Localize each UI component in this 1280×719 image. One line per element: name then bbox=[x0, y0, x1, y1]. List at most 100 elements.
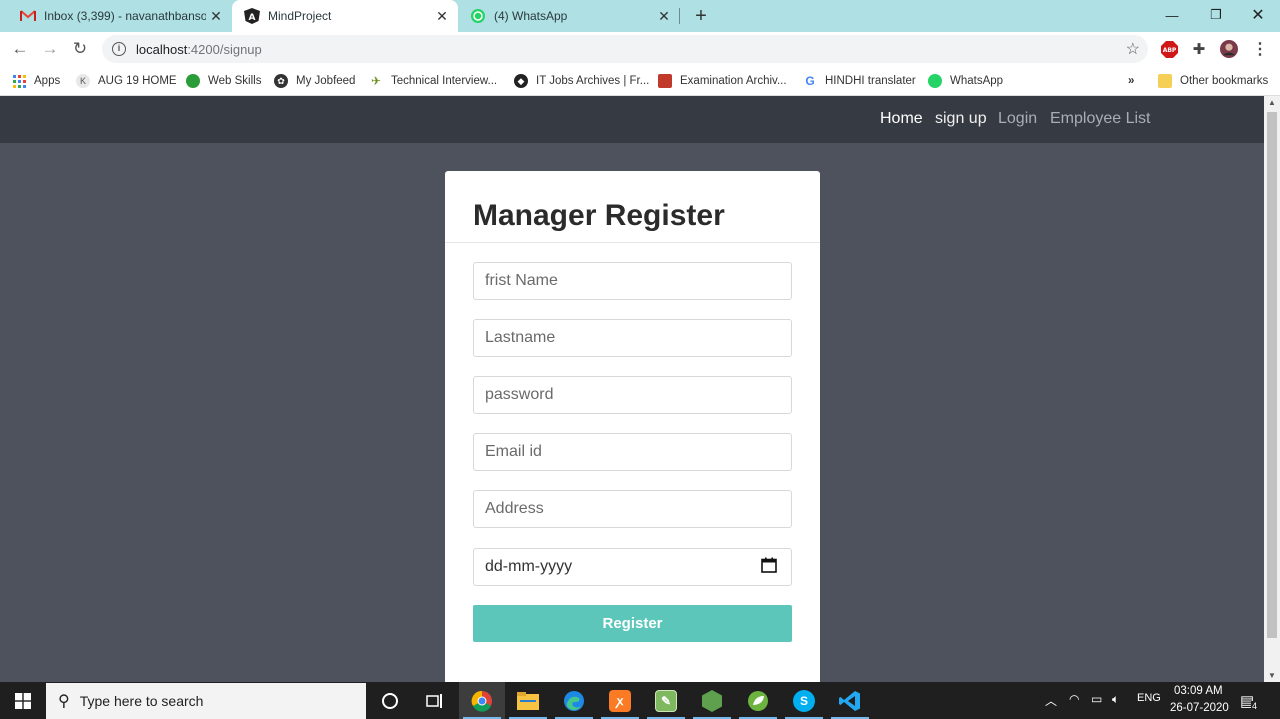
bookmark-label: HINDHI translater bbox=[825, 75, 916, 87]
extensions-puzzle-icon[interactable]: ✚ bbox=[1190, 40, 1208, 58]
email-input[interactable] bbox=[473, 433, 792, 471]
bookmark-star-icon[interactable]: ☆ bbox=[1126, 39, 1140, 59]
bookmark-aug19home[interactable]: K AUG 19 HOME bbox=[76, 71, 177, 91]
bookmark-other[interactable]: Other bookmarks bbox=[1158, 71, 1268, 91]
minimize-icon[interactable]: — bbox=[1150, 0, 1194, 30]
bookmark-label: Technical Interview... bbox=[391, 75, 498, 87]
clock-date[interactable]: 26-07-2020 bbox=[1170, 702, 1229, 714]
tab-mindproject[interactable]: A MindProject ✕ bbox=[232, 0, 458, 32]
nav-login[interactable]: Login bbox=[998, 110, 1037, 128]
scroll-thumb[interactable] bbox=[1267, 112, 1277, 638]
tab-title: MindProject bbox=[268, 9, 332, 23]
svg-text:A: A bbox=[249, 13, 256, 23]
bookmark-webskills[interactable]: Web Skills bbox=[186, 71, 261, 91]
tab-close-icon[interactable]: ✕ bbox=[206, 6, 226, 26]
url-host: localhost bbox=[136, 41, 188, 57]
bookmarks-bar: Apps K AUG 19 HOME Web Skills ✿ My Jobfe… bbox=[0, 66, 1280, 96]
gmail-icon bbox=[20, 8, 36, 24]
tab-title: (4) WhatsApp bbox=[494, 9, 568, 23]
bookmark-label: Other bookmarks bbox=[1180, 75, 1269, 87]
form-title: Manager Register bbox=[473, 199, 725, 232]
bookmark-apps[interactable]: Apps bbox=[12, 71, 60, 91]
itjobs-icon: ◆ bbox=[514, 74, 528, 88]
notepad-icon[interactable]: ✎ bbox=[643, 682, 689, 719]
bookmark-technical[interactable]: ✈ Technical Interview... bbox=[369, 71, 497, 91]
bookmark-label: Apps bbox=[34, 75, 61, 87]
search-placeholder: Type here to search bbox=[79, 693, 204, 709]
angular-icon: A bbox=[244, 8, 260, 24]
tab-gmail[interactable]: Inbox (3,399) - navanathbansode ✕ bbox=[8, 0, 232, 32]
bookmark-itjobs[interactable]: ◆ IT Jobs Archives | Fr... bbox=[514, 71, 649, 91]
date-placeholder: dd-mm-yyyy bbox=[485, 558, 573, 575]
address-bar[interactable]: i localhost :4200/signup ☆ bbox=[102, 35, 1148, 63]
exam-icon bbox=[658, 74, 672, 88]
last-name-input[interactable] bbox=[473, 319, 792, 357]
nav-home[interactable]: Home bbox=[880, 110, 923, 128]
new-tab-button[interactable]: + bbox=[690, 5, 712, 27]
page-viewport: Home sign up Login Employee List Manager… bbox=[0, 96, 1264, 682]
file-explorer-icon[interactable] bbox=[505, 682, 551, 719]
skype-icon[interactable]: S bbox=[781, 682, 827, 719]
back-arrow-icon[interactable]: ← bbox=[8, 37, 32, 61]
password-input[interactable] bbox=[473, 376, 792, 414]
language-indicator[interactable]: ENG bbox=[1137, 692, 1161, 704]
tab-whatsapp[interactable]: (4) WhatsApp ✕ bbox=[458, 0, 680, 32]
bookmark-hindhi[interactable]: G HINDHI translater bbox=[803, 71, 916, 91]
battery-icon[interactable]: ▭ bbox=[1091, 692, 1102, 706]
edge-icon[interactable] bbox=[551, 682, 597, 719]
adblock-icon[interactable]: ABP bbox=[1160, 40, 1178, 58]
bookmark-label: My Jobfeed bbox=[296, 75, 356, 87]
tab-separator bbox=[679, 8, 680, 24]
tab-title: Inbox (3,399) - navanathbansode bbox=[44, 9, 206, 23]
svg-text:ABP: ABP bbox=[1162, 47, 1176, 54]
nav-signup[interactable]: sign up bbox=[935, 110, 987, 128]
bookmark-label: AUG 19 HOME bbox=[98, 75, 177, 87]
nodejs-icon[interactable] bbox=[689, 682, 735, 719]
folder-icon bbox=[1158, 74, 1172, 88]
wifi-icon[interactable]: ◠ bbox=[1069, 692, 1079, 706]
windows-start-icon[interactable] bbox=[0, 682, 46, 719]
page-scrollbar[interactable]: ▲ ▼ bbox=[1264, 96, 1280, 682]
register-button[interactable]: Register bbox=[473, 605, 792, 642]
xampp-icon[interactable]: ꭗ bbox=[597, 682, 643, 719]
bookmark-examination[interactable]: Examination Archiv... bbox=[658, 71, 787, 91]
jobfeed-icon: ✿ bbox=[274, 74, 288, 88]
bookmark-label: Examination Archiv... bbox=[680, 75, 787, 87]
chrome-taskbar-icon[interactable] bbox=[459, 682, 505, 719]
technical-icon: ✈ bbox=[370, 74, 382, 88]
menu-kebab-icon[interactable]: ⋮ bbox=[1251, 40, 1269, 58]
taskbar-search-box[interactable]: ⚲ Type here to search bbox=[46, 683, 366, 719]
nav-employee-list[interactable]: Employee List bbox=[1050, 110, 1151, 128]
volume-icon[interactable]: 🔈︎ bbox=[1112, 692, 1119, 707]
window-close-icon[interactable]: ✕ bbox=[1236, 0, 1280, 30]
scroll-up-arrow-icon[interactable]: ▲ bbox=[1268, 98, 1276, 107]
divider bbox=[445, 242, 820, 243]
vscode-icon[interactable] bbox=[827, 682, 873, 719]
cortana-icon[interactable] bbox=[367, 682, 413, 719]
whatsapp-icon bbox=[470, 8, 486, 24]
calendar-icon[interactable] bbox=[761, 557, 777, 578]
url-path: :4200/signup bbox=[187, 41, 262, 57]
clock-time[interactable]: 03:09 AM bbox=[1174, 685, 1223, 697]
reload-icon[interactable]: ↻ bbox=[68, 37, 92, 61]
site-info-icon[interactable]: i bbox=[112, 42, 126, 56]
notification-count: 4 bbox=[1251, 701, 1259, 711]
more-bookmarks-chevron-icon[interactable]: » bbox=[1128, 71, 1134, 91]
forward-arrow-icon[interactable]: → bbox=[38, 37, 62, 61]
tab-close-icon[interactable]: ✕ bbox=[654, 6, 674, 26]
tab-close-icon[interactable]: ✕ bbox=[432, 6, 452, 26]
bookmark-myjobfeed[interactable]: ✿ My Jobfeed bbox=[274, 71, 355, 91]
bookmark-whatsapp[interactable]: WhatsApp bbox=[928, 71, 1003, 91]
tray-chevron-up-icon[interactable]: ︿ bbox=[1045, 692, 1057, 709]
profile-avatar[interactable] bbox=[1220, 40, 1238, 58]
address-input[interactable] bbox=[473, 490, 792, 528]
restore-icon[interactable]: ❐ bbox=[1194, 0, 1238, 30]
k-icon: K bbox=[76, 74, 90, 88]
date-input[interactable]: dd-mm-yyyy bbox=[473, 548, 792, 586]
spring-tool-icon[interactable] bbox=[735, 682, 781, 719]
browser-toolbar: ← → ↻ i localhost :4200/signup ☆ ABP ✚ ⋮ bbox=[0, 32, 1280, 66]
first-name-input[interactable] bbox=[473, 262, 792, 300]
scroll-down-arrow-icon[interactable]: ▼ bbox=[1268, 671, 1276, 680]
task-view-icon[interactable] bbox=[412, 682, 458, 719]
whatsapp-icon bbox=[928, 74, 942, 88]
